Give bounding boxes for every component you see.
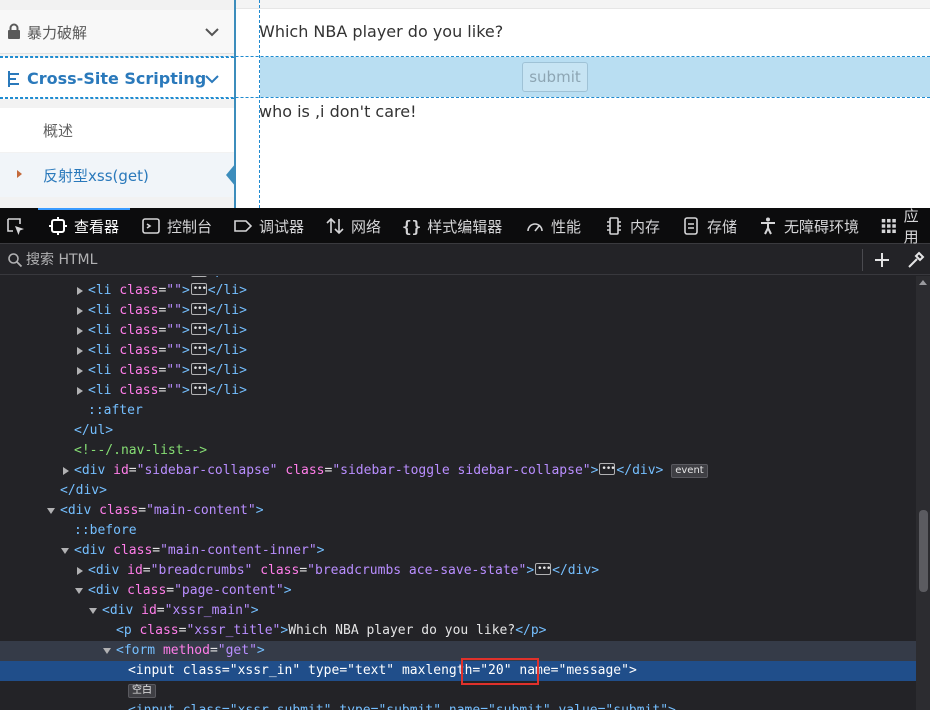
tab-console[interactable]: 控制台 xyxy=(141,208,212,244)
tab-label: 性能 xyxy=(551,217,582,236)
sidebar-item-label: Cross-Site Scripting xyxy=(27,69,207,88)
sitemap-icon xyxy=(8,71,19,87)
tree-node[interactable]: <li class=""></li> xyxy=(0,299,916,321)
tree-node[interactable]: 空白 xyxy=(0,681,916,701)
lock-icon xyxy=(8,23,20,39)
tree-node[interactable]: <input class="xssr_submit" type="submit"… xyxy=(0,701,916,710)
eyedropper-icon[interactable] xyxy=(906,250,926,270)
chevron-down-icon xyxy=(205,28,219,37)
caret-right-icon xyxy=(17,170,22,178)
tree-node[interactable]: <li class=""></li> xyxy=(0,319,916,341)
submit-button[interactable]: submit xyxy=(522,62,588,92)
tree-node[interactable]: <div class="page-content"> xyxy=(0,581,916,601)
tree-node[interactable]: ::before xyxy=(0,521,916,541)
active-pointer-icon xyxy=(226,163,236,187)
sidebar-item-overview[interactable]: 概述 xyxy=(0,108,234,152)
tree-node[interactable]: <li class=""></li> xyxy=(0,339,916,361)
application-icon xyxy=(881,218,896,234)
inspector-guide-line xyxy=(0,97,930,98)
console-icon xyxy=(142,218,160,234)
vertical-scrollbar[interactable] xyxy=(916,276,930,710)
tab-memory[interactable]: 内存 xyxy=(604,208,660,244)
tree-node[interactable]: <li class=""></li> xyxy=(0,379,916,401)
sidebar-item-xss[interactable]: Cross-Site Scripting xyxy=(0,57,234,99)
debugger-icon xyxy=(234,220,253,232)
tab-label: 查看器 xyxy=(74,217,120,236)
tab-label: 样式编辑器 xyxy=(427,217,503,236)
answer-text: who is ,i don't care! xyxy=(259,102,417,121)
devtools-panel: 查看器 控制台 调试器 网络 {} 样式编辑器 性能 内存 存储 无障碍环境 应… xyxy=(0,207,930,710)
accessibility-icon xyxy=(761,217,775,235)
sidebar-item-brute-force[interactable]: 暴力破解 xyxy=(0,10,234,54)
tree-node[interactable]: <div class="main-content-inner"> xyxy=(0,541,916,561)
question-title: Which NBA player do you like? xyxy=(259,22,504,41)
tree-node[interactable]: ::after xyxy=(0,401,916,421)
tab-debugger[interactable]: 调试器 xyxy=(233,208,304,244)
tab-storage[interactable]: 存储 xyxy=(681,208,737,244)
sidebar-item-label: 概述 xyxy=(43,122,74,140)
sidebar-item-label: 暴力破解 xyxy=(27,24,88,42)
markup-tree[interactable]: <li class=""></li> <li class=""></li> <l… xyxy=(0,276,916,710)
tab-label: 控制台 xyxy=(167,217,213,236)
event-badge[interactable]: event xyxy=(671,464,708,478)
style-editor-icon: {} xyxy=(402,216,422,236)
sidebar-item-reflected-xss-get[interactable]: 反射型xss(get) xyxy=(0,153,236,197)
performance-icon xyxy=(527,223,543,232)
tab-label: 存储 xyxy=(707,217,738,236)
tab-label: 无障碍环境 xyxy=(784,217,860,236)
tree-node[interactable]: <!--/.nav-list--> xyxy=(0,441,916,461)
devtools-toolbar: 查看器 控制台 调试器 网络 {} 样式编辑器 性能 内存 存储 无障碍环境 应… xyxy=(0,207,930,246)
tab-style-editor[interactable]: {} 样式编辑器 xyxy=(402,208,502,244)
tree-node[interactable]: </div> xyxy=(0,481,916,501)
tab-label: 内存 xyxy=(630,217,661,236)
tab-performance[interactable]: 性能 xyxy=(525,208,581,244)
tree-node[interactable]: </ul> xyxy=(0,421,916,441)
element-picker-icon[interactable] xyxy=(6,217,26,237)
add-node-icon[interactable] xyxy=(872,250,892,270)
tab-label: 调试器 xyxy=(259,217,305,236)
storage-icon xyxy=(684,217,698,235)
tab-label: 网络 xyxy=(351,217,382,236)
tree-node[interactable]: <div id="sidebar-collapse" class="sideba… xyxy=(0,459,916,481)
tree-node-form[interactable]: <form method="get"> xyxy=(0,641,916,661)
tab-network[interactable]: 网络 xyxy=(325,208,381,244)
inspector-icon xyxy=(49,217,67,235)
whitespace-badge[interactable]: 空白 xyxy=(128,684,156,698)
scroll-thumb[interactable] xyxy=(919,510,928,592)
form-highlight: submit xyxy=(260,57,930,97)
scroll-up-icon[interactable] xyxy=(919,280,927,285)
tab-label: 应用 xyxy=(903,207,919,246)
tree-node-selected-input[interactable]: <input class="xssr_in" type="text" maxle… xyxy=(0,661,916,681)
tree-node[interactable]: <li class=""></li> xyxy=(0,279,916,301)
tree-node[interactable]: <div class="main-content"> xyxy=(0,501,916,521)
html-search-bar xyxy=(0,245,930,275)
tab-application[interactable]: 应用 xyxy=(880,207,930,246)
divider xyxy=(862,249,863,271)
network-icon xyxy=(326,217,344,235)
sidebar: 暴力破解 Cross-Site Scripting 概述 反射型xss(get) xyxy=(0,0,236,208)
search-icon xyxy=(8,253,23,268)
tree-node[interactable]: <div id="breadcrumbs" class="breadcrumbs… xyxy=(0,559,916,581)
tree-node[interactable]: <p class="xssr_title">Which NBA player d… xyxy=(0,621,916,641)
memory-icon xyxy=(607,217,621,235)
breadcrumb-bar xyxy=(236,0,930,9)
tab-accessibility[interactable]: 无障碍环境 xyxy=(758,208,859,244)
inspector-guide-line xyxy=(0,56,930,57)
main-content: submit Which NBA player do you like? who… xyxy=(0,0,930,208)
tab-inspector[interactable]: 查看器 xyxy=(48,208,119,244)
sidebar-item-label: 反射型xss(get) xyxy=(43,167,149,185)
chevron-down-icon xyxy=(205,75,219,84)
search-html-input[interactable] xyxy=(26,249,426,271)
tree-node[interactable]: <li class=""></li> xyxy=(0,359,916,381)
maxlength-highlight-box xyxy=(461,658,539,685)
rendered-page: 暴力破解 Cross-Site Scripting 概述 反射型xss(get)… xyxy=(0,0,930,208)
tree-node[interactable]: <div id="xssr_main"> xyxy=(0,601,916,621)
